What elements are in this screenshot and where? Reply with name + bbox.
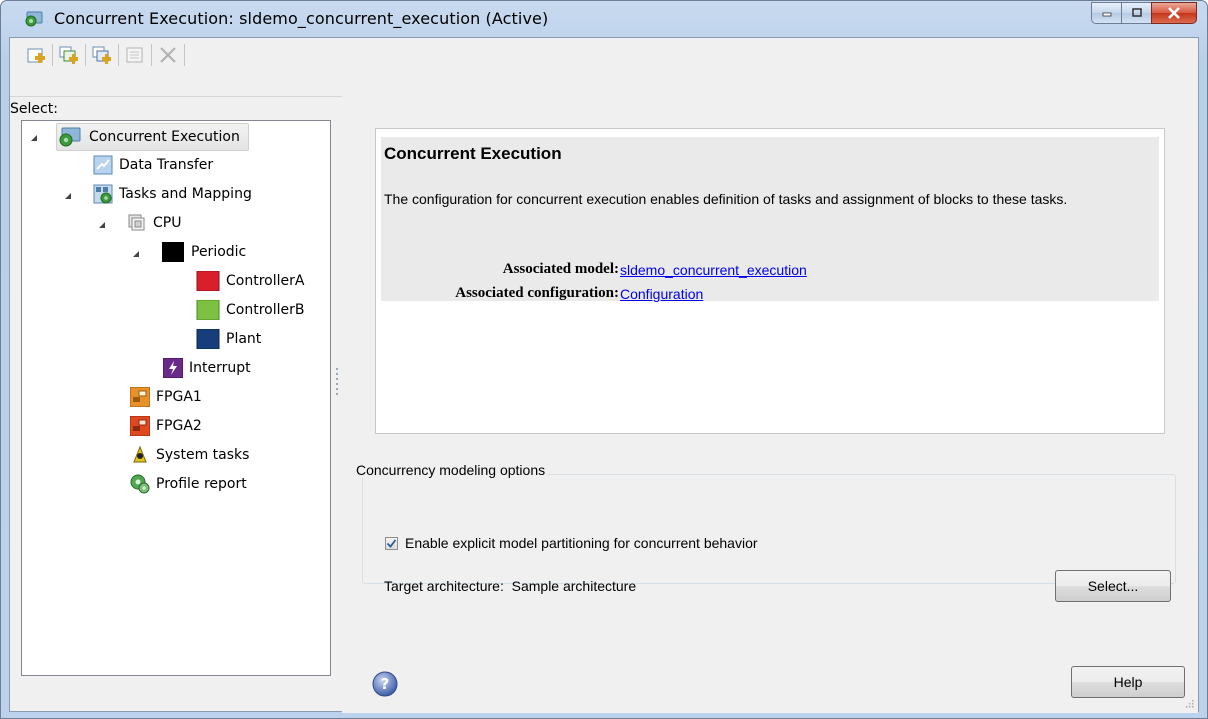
expand-arrow-icon[interactable] [99, 222, 105, 228]
add-task-button[interactable] [24, 43, 48, 67]
select-architecture-button[interactable]: Select... [1055, 570, 1171, 602]
tree-item-profile-report[interactable]: Profile report [130, 471, 247, 497]
info-description: The configuration for concurrent executi… [384, 191, 1068, 207]
toolbar-separator [184, 44, 185, 66]
tree-item-label: Plant [226, 331, 262, 347]
tree-item-interrupt[interactable]: Interrupt [162, 355, 251, 381]
help-icon[interactable]: ? [372, 671, 398, 697]
tree-item-fpga2[interactable]: FPGA2 [129, 413, 202, 439]
tree-item-label: Interrupt [189, 360, 251, 376]
minimize-button[interactable] [1091, 2, 1121, 24]
controllera-icon [196, 270, 220, 292]
concurrent-execution-icon [57, 127, 81, 147]
tree-item-label: System tasks [156, 447, 250, 463]
fpga1-icon [129, 386, 151, 408]
cpu-icon [127, 213, 147, 233]
tree-item-label: Profile report [156, 476, 247, 492]
tree-item-label: FPGA1 [156, 389, 202, 405]
controllerb-icon [196, 299, 220, 321]
delete-icon [160, 47, 176, 63]
client-area: Select: Concurrent Execution Data Transf… [9, 37, 1199, 713]
add-disabled-button[interactable] [123, 43, 147, 67]
toolbar-separator [118, 44, 119, 66]
tree-item-controllera[interactable]: ControllerA [196, 268, 304, 294]
title-bar[interactable]: Concurrent Execution: sldemo_concurrent_… [1, 1, 1207, 37]
target-architecture-label: Target architecture: [384, 578, 504, 594]
system-tasks-icon [130, 445, 150, 465]
tree-item-controllerb[interactable]: ControllerB [196, 297, 304, 323]
add-task-icon [27, 48, 45, 63]
tree-item-label: Concurrent Execution [89, 129, 240, 145]
window-controls [1091, 2, 1197, 24]
plant-icon [196, 328, 220, 350]
restore-button[interactable] [1121, 2, 1151, 24]
delete-button[interactable] [156, 43, 180, 67]
associated-model-label: Associated model: [502, 261, 619, 277]
main-window: Concurrent Execution: sldemo_concurrent_… [0, 0, 1208, 719]
resize-grip-icon[interactable] [1184, 698, 1194, 708]
associated-configuration-label: Associated configuration: [455, 285, 619, 301]
tree-item-cpu[interactable]: CPU [127, 210, 181, 236]
pane-splitter[interactable] [336, 368, 339, 408]
minimize-icon [1102, 12, 1111, 17]
select-label: Select: [10, 101, 58, 117]
info-summary: Concurrent Execution The configuration f… [381, 137, 1159, 302]
target-architecture-value: Sample architecture [511, 578, 637, 594]
tree-item-fpga1[interactable]: FPGA1 [129, 384, 202, 410]
partitioning-checkbox-label[interactable]: Enable explicit model partitioning for c… [405, 535, 758, 551]
target-architecture: Target architecture: Sample architecture [384, 578, 636, 594]
navigation-tree[interactable]: Concurrent Execution Data Transfer Tasks… [21, 120, 331, 676]
details-pane: Concurrent Execution The configuration f… [342, 96, 1198, 713]
svg-text:?: ? [381, 675, 390, 693]
associated-configuration-link[interactable]: Configuration [620, 286, 703, 302]
concurrency-options-group [362, 474, 1176, 584]
toolbar-separator [85, 44, 86, 66]
tree-item-label: CPU [153, 215, 182, 231]
checkmark-icon [386, 539, 397, 548]
data-transfer-icon [93, 155, 113, 175]
add-periodic-icon [59, 46, 78, 64]
add-disabled-icon [126, 47, 143, 63]
window-title: Concurrent Execution: sldemo_concurrent_… [54, 9, 549, 28]
restore-icon [1131, 8, 1142, 17]
tree-item-label: Periodic [191, 244, 247, 260]
tree-item-label: ControllerB [226, 302, 305, 318]
toolbar-separator [151, 44, 152, 66]
tree-item-concurrent-execution[interactable]: Concurrent Execution [56, 123, 249, 151]
toolbar-separator [52, 44, 53, 66]
concurrency-options-legend: Concurrency modeling options [353, 462, 549, 478]
concurrent-execution-app-icon [25, 11, 43, 27]
tree-item-periodic[interactable]: Periodic [161, 239, 246, 265]
tree-item-label: FPGA2 [156, 418, 202, 434]
add-periodic-button[interactable] [57, 43, 81, 67]
interrupt-icon [162, 357, 184, 379]
info-title: Concurrent Execution [384, 144, 562, 163]
tasks-mapping-icon [93, 184, 113, 204]
tree-item-tasks-and-mapping[interactable]: Tasks and Mapping [93, 181, 252, 207]
info-panel: Concurrent Execution The configuration f… [375, 128, 1165, 434]
expand-arrow-icon[interactable] [65, 193, 71, 199]
add-interrupt-button[interactable] [90, 43, 114, 67]
tree-item-data-transfer[interactable]: Data Transfer [93, 152, 213, 178]
close-icon [1168, 7, 1180, 19]
fpga2-icon [129, 415, 151, 437]
expand-arrow-icon[interactable] [31, 135, 37, 141]
tree-item-system-tasks[interactable]: System tasks [130, 442, 249, 468]
tree-item-label: ControllerA [226, 273, 305, 289]
help-button[interactable]: Help [1071, 666, 1185, 698]
tree-item-label: Data Transfer [119, 157, 214, 173]
tree-item-plant[interactable]: Plant [196, 326, 261, 352]
close-button[interactable] [1151, 2, 1197, 24]
partitioning-checkbox[interactable] [385, 537, 398, 550]
add-interrupt-icon [92, 46, 111, 64]
expand-arrow-icon[interactable] [133, 251, 139, 257]
periodic-icon [161, 242, 185, 262]
toolbar [10, 38, 1198, 72]
tree-item-label: Tasks and Mapping [119, 186, 252, 202]
profile-report-icon [130, 474, 150, 494]
associated-model-link[interactable]: sldemo_concurrent_execution [620, 262, 807, 278]
